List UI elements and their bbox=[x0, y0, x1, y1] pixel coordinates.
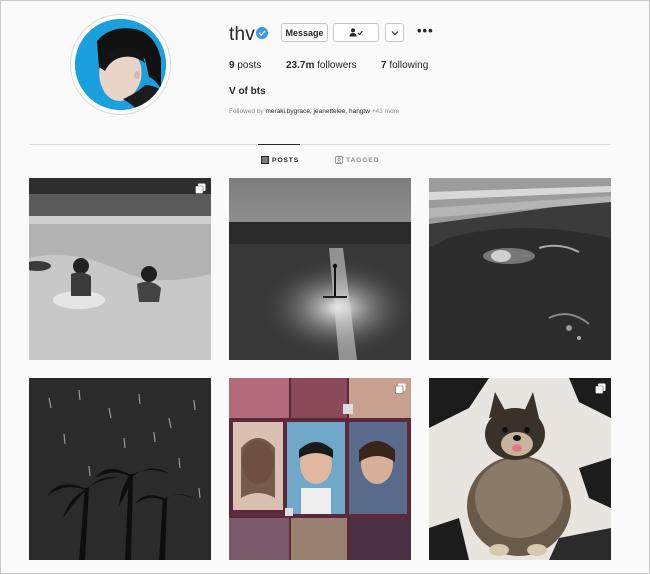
suggested-dropdown-button[interactable] bbox=[385, 23, 404, 42]
message-button[interactable]: Message bbox=[281, 23, 328, 42]
active-tab-indicator bbox=[258, 144, 300, 145]
post-thumbnail[interactable] bbox=[29, 378, 211, 560]
posts-count: 9 posts bbox=[229, 60, 261, 71]
bio-full-name: V of bts bbox=[229, 86, 266, 97]
followers-count-label: followers bbox=[314, 60, 357, 71]
post-image-dog-swimming bbox=[429, 178, 611, 360]
post-image-pomeranian-dog bbox=[429, 378, 611, 560]
followed-by-names: meraki.bygrace, jeanettelee, hangtw bbox=[265, 108, 370, 115]
followed-by-more: +43 more bbox=[369, 108, 400, 115]
verified-badge-icon bbox=[256, 27, 268, 39]
followers-count[interactable]: 23.7m followers bbox=[286, 60, 357, 71]
tab-tagged-label: TAGGED bbox=[346, 156, 380, 164]
post-image-pool-children bbox=[29, 178, 211, 360]
post-thumbnail[interactable] bbox=[429, 178, 611, 360]
post-thumbnail[interactable] bbox=[429, 378, 611, 560]
tab-tagged[interactable]: TAGGED bbox=[335, 156, 379, 164]
tab-posts-label: POSTS bbox=[272, 156, 300, 164]
multiple-posts-icon bbox=[195, 183, 206, 194]
following-button[interactable] bbox=[333, 23, 379, 42]
followers-count-value: 23.7m bbox=[286, 60, 315, 71]
more-options-icon[interactable]: ••• bbox=[417, 24, 434, 37]
tabs-divider bbox=[29, 144, 610, 145]
following-count-label: following bbox=[386, 60, 429, 71]
multiple-posts-icon bbox=[395, 383, 406, 394]
post-thumbnail[interactable] bbox=[229, 178, 411, 360]
user-check-icon bbox=[349, 28, 363, 37]
post-thumbnail[interactable] bbox=[29, 178, 211, 360]
grid-icon bbox=[261, 156, 269, 164]
multiple-posts-icon bbox=[595, 383, 606, 394]
tab-posts[interactable]: POSTS bbox=[261, 156, 299, 164]
post-image-lake-sunset bbox=[229, 178, 411, 360]
avatar bbox=[75, 19, 166, 110]
following-count[interactable]: 7 following bbox=[381, 60, 428, 71]
chevron-down-icon bbox=[391, 30, 398, 35]
post-image-photo-wall bbox=[229, 378, 411, 560]
post-thumbnail[interactable] bbox=[229, 378, 411, 560]
followed-by-text[interactable]: Followed by meraki.bygrace, jeanettelee,… bbox=[229, 108, 399, 115]
posts-count-label: posts bbox=[234, 60, 262, 71]
avatar-image bbox=[75, 19, 166, 110]
followed-by-prefix: Followed by bbox=[229, 108, 266, 115]
post-image-palm-trees-rain bbox=[29, 378, 211, 560]
profile-username: thv bbox=[229, 24, 255, 45]
tagged-user-icon bbox=[335, 156, 343, 164]
profile-avatar[interactable] bbox=[70, 14, 171, 115]
